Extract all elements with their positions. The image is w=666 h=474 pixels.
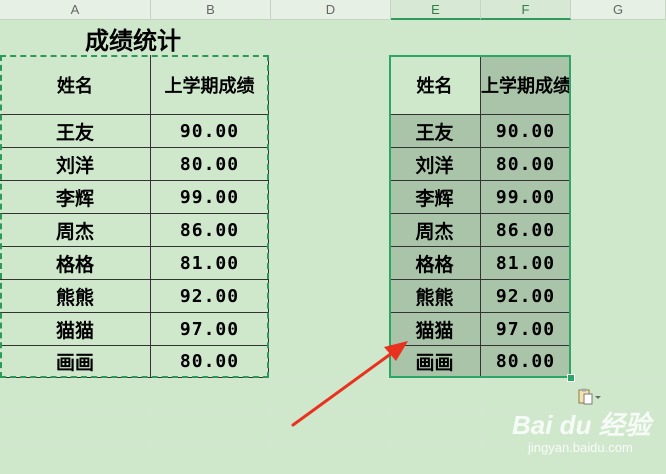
spreadsheet[interactable]: A B D E F G 成绩统计 姓名 上学期成绩 王友 90.00 刘洋 80… <box>0 0 666 474</box>
column-header-a[interactable]: A <box>0 0 151 20</box>
pasted-table[interactable]: 姓名 上学期成绩 王友 90.00 刘洋 80.00 李辉 99.00 周杰 8… <box>389 55 571 378</box>
column-header-b[interactable]: B <box>151 0 271 20</box>
score-cell[interactable]: 86.00 <box>481 214 571 247</box>
sheet-title: 成绩统计 <box>85 26 181 55</box>
name-cell[interactable]: 刘洋 <box>0 148 151 181</box>
name-cell[interactable]: 李辉 <box>0 181 151 214</box>
score-cell[interactable]: 80.00 <box>151 148 269 181</box>
score-cell[interactable]: 80.00 <box>151 346 269 378</box>
name-cell[interactable]: 猫猫 <box>389 313 481 346</box>
column-header-d[interactable]: D <box>271 0 391 20</box>
watermark-url: jingyan.baidu.com <box>528 440 633 455</box>
name-cell[interactable]: 王友 <box>389 115 481 148</box>
name-cell[interactable]: 画画 <box>0 346 151 378</box>
score-cell[interactable]: 97.00 <box>481 313 571 346</box>
name-cell[interactable]: 猫猫 <box>0 313 151 346</box>
score-cell[interactable]: 86.00 <box>151 214 269 247</box>
score-cell[interactable]: 92.00 <box>151 280 269 313</box>
name-cell[interactable]: 李辉 <box>389 181 481 214</box>
paste-options-icon[interactable] <box>577 388 603 406</box>
fill-handle[interactable] <box>567 374 575 382</box>
baidu-watermark: Bai du 经验 jingyan.baidu.com <box>512 405 662 465</box>
score-cell[interactable]: 80.00 <box>481 346 571 378</box>
name-cell[interactable]: 刘洋 <box>389 148 481 181</box>
score-cell[interactable]: 99.00 <box>151 181 269 214</box>
score-cell[interactable]: 81.00 <box>151 247 269 280</box>
score-cell[interactable]: 90.00 <box>481 115 571 148</box>
name-cell[interactable]: 周杰 <box>0 214 151 247</box>
score-cell[interactable]: 81.00 <box>481 247 571 280</box>
header-cell-name[interactable]: 姓名 <box>0 55 151 115</box>
score-cell[interactable]: 92.00 <box>481 280 571 313</box>
name-cell[interactable]: 熊熊 <box>0 280 151 313</box>
header-cell-name[interactable]: 姓名 <box>389 55 481 115</box>
name-cell[interactable]: 周杰 <box>389 214 481 247</box>
name-cell[interactable]: 格格 <box>389 247 481 280</box>
name-cell[interactable]: 王友 <box>0 115 151 148</box>
header-cell-score[interactable]: 上学期成绩 <box>481 55 571 115</box>
score-cell[interactable]: 80.00 <box>481 148 571 181</box>
column-header-f[interactable]: F <box>481 0 571 20</box>
header-cell-score[interactable]: 上学期成绩 <box>151 55 269 115</box>
watermark-logo: Bai du 经验 <box>512 410 651 440</box>
column-header-g[interactable]: G <box>571 0 666 20</box>
source-table[interactable]: 姓名 上学期成绩 王友 90.00 刘洋 80.00 李辉 99.00 周杰 8… <box>0 55 269 378</box>
column-header-e[interactable]: E <box>391 0 481 20</box>
score-cell[interactable]: 97.00 <box>151 313 269 346</box>
score-cell[interactable]: 99.00 <box>481 181 571 214</box>
name-cell[interactable]: 格格 <box>0 247 151 280</box>
score-cell[interactable]: 90.00 <box>151 115 269 148</box>
grid-line <box>271 20 272 474</box>
name-cell[interactable]: 熊熊 <box>389 280 481 313</box>
name-cell[interactable]: 画画 <box>389 346 481 378</box>
